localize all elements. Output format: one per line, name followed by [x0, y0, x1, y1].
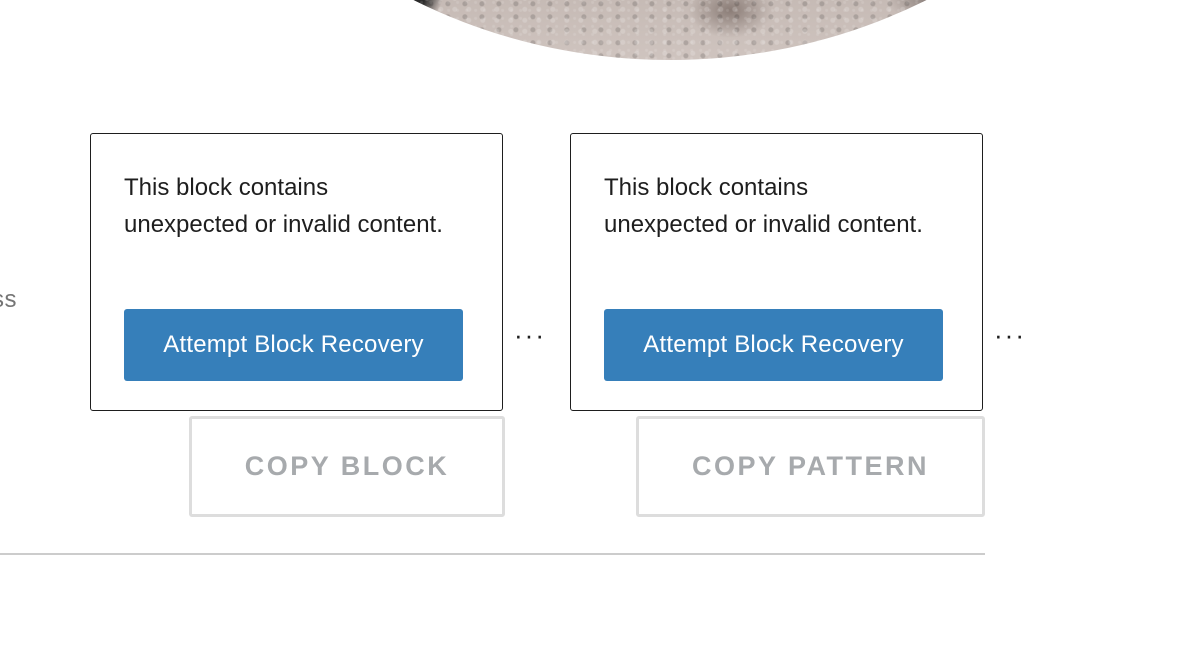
- attempt-block-recovery-button[interactable]: Attempt Block Recovery: [124, 309, 463, 381]
- more-options-icon[interactable]: ···: [994, 322, 1026, 348]
- copy-pattern-button[interactable]: COPY PATTERN: [636, 416, 985, 517]
- more-options-icon[interactable]: ···: [514, 322, 546, 348]
- hero-image: [130, 0, 1200, 60]
- block-warning-message: This block contains unexpected or invali…: [124, 174, 443, 238]
- invalid-block-warning-2: This block contains unexpected or invali…: [570, 133, 983, 411]
- divider: [0, 553, 985, 555]
- truncated-side-text: ss: [0, 286, 17, 313]
- block-warning-message: This block contains unexpected or invali…: [604, 174, 923, 238]
- copy-block-button[interactable]: COPY BLOCK: [189, 416, 505, 517]
- invalid-block-warning-1: This block contains unexpected or invali…: [90, 133, 503, 411]
- attempt-block-recovery-button[interactable]: Attempt Block Recovery: [604, 309, 943, 381]
